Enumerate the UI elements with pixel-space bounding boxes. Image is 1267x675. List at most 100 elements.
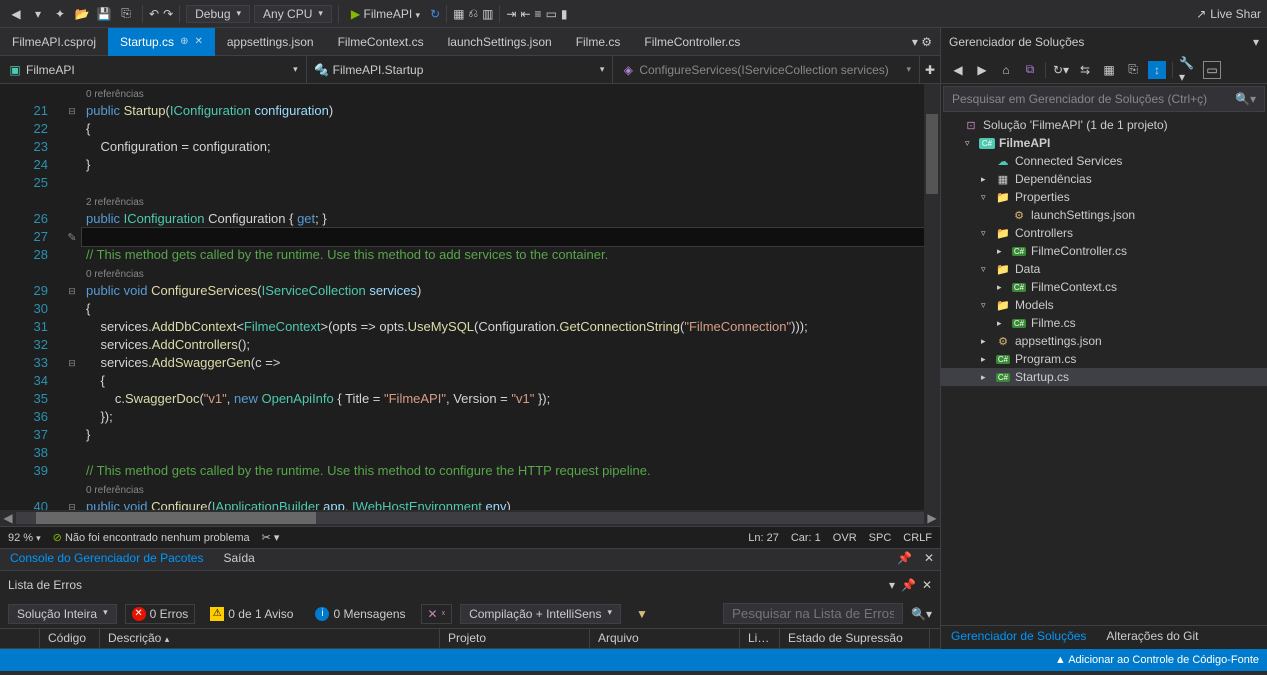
side-tab-gerenciador-de-solu-es[interactable]: Gerenciador de Soluções [941, 626, 1096, 649]
uncomment-icon[interactable]: ▭ [546, 7, 557, 21]
tools-icon[interactable]: ✂ ▾ [262, 531, 280, 544]
tab-filmecontroller-cs[interactable]: FilmeController.cs [632, 28, 752, 56]
panel-close-icon[interactable]: ✕ [918, 549, 940, 570]
code-editor[interactable]: 2122232425262728293031323334353637383940… [0, 84, 940, 510]
err-errors-chip[interactable]: ✕0 Erros [125, 604, 196, 624]
undo-icon[interactable]: ↶ [149, 7, 159, 21]
err-filter-icon[interactable]: ▼ [629, 604, 655, 624]
tree-node-models[interactable]: ▿📁Models [941, 296, 1267, 314]
indent-icon[interactable]: ⇥ [506, 7, 516, 21]
err-col-arquivo[interactable]: Arquivo [590, 629, 740, 648]
main-toolbar: ◀ ▾ ✦ 📂 💾 ⎘ ↶ ↷ Debug Any CPU ▶ FilmeAPI… [0, 0, 1267, 28]
tree-node-properties[interactable]: ▿📁Properties [941, 188, 1267, 206]
se-fwd-icon[interactable]: ▶ [973, 61, 991, 79]
tree-node-filmecontroller-cs[interactable]: ▸C#FilmeController.cs [941, 242, 1267, 260]
se-wrench-icon[interactable]: 🔧▾ [1179, 61, 1197, 79]
zoom-label[interactable]: 92 % ▾ [8, 532, 41, 544]
se-back-icon[interactable]: ◀ [949, 61, 967, 79]
nav-class[interactable]: 🔩FilmeAPI.Startup▾ [307, 56, 614, 83]
tab-filmeapi-csproj[interactable]: FilmeAPI.csproj [0, 28, 108, 56]
panel-close2-icon[interactable]: ✕ [922, 578, 932, 592]
tab-startup-cs[interactable]: Startup.cs⊕✕ [108, 28, 215, 56]
err-col-descri-o[interactable]: Descrição ▴ [100, 629, 440, 648]
liveshare-button[interactable]: ↗ Live Shar [1196, 7, 1261, 21]
side-menu-icon[interactable]: ▾ [1253, 35, 1259, 49]
config-combo[interactable]: Debug [186, 5, 250, 23]
nav-fwd-icon[interactable]: ▾ [28, 4, 48, 24]
err-clear-button[interactable]: ✕x [421, 604, 453, 624]
nav-back-icon[interactable]: ◀ [6, 4, 26, 24]
split-icon[interactable]: ✚ [920, 56, 940, 83]
nav-project[interactable]: ▣FilmeAPI▾ [0, 56, 307, 83]
line-status: Ln: 27 [748, 532, 779, 544]
tree-node-program-cs[interactable]: ▸C#Program.cs [941, 350, 1267, 368]
col-status: Car: 1 [791, 532, 821, 544]
spc-status[interactable]: SPC [869, 532, 892, 544]
nav-member[interactable]: ◈ConfigureServices(IServiceCollection se… [613, 56, 920, 83]
output-tab-console-do-gerenciador-de-pacotes[interactable]: Console do Gerenciador de Pacotes [0, 549, 213, 570]
tree-node-appsettings-json[interactable]: ▸⚙appsettings.json [941, 332, 1267, 350]
tab-filme-cs[interactable]: Filme.cs [564, 28, 633, 56]
tab-appsettings-json[interactable]: appsettings.json [215, 28, 326, 56]
tool-icon[interactable]: ▦ [453, 7, 464, 21]
tree-node-depend-ncias[interactable]: ▸▦Dependências [941, 170, 1267, 188]
err-warnings-chip[interactable]: ⚠0 de 1 Aviso [203, 604, 300, 624]
output-tab-sa-da[interactable]: Saída [213, 549, 264, 570]
se-collapse-icon[interactable]: ⇆ [1076, 61, 1094, 79]
tabs-menu-icon[interactable]: ▾ ⚙ [904, 31, 940, 53]
tree-node-controllers[interactable]: ▿📁Controllers [941, 224, 1267, 242]
open-icon[interactable]: 📂 [72, 4, 92, 24]
run-button[interactable]: ▶ FilmeAPI ▾ [345, 5, 426, 23]
ovr-status[interactable]: OVR [833, 532, 857, 544]
err-scope-combo[interactable]: Solução Inteira [8, 604, 117, 624]
solution-explorer-title: Gerenciador de Soluções [949, 35, 1084, 49]
panel-pin2-icon[interactable]: 📌 [901, 578, 916, 592]
scrollbar-horizontal[interactable]: ◀▶ [0, 510, 940, 526]
tree-node-connected-services[interactable]: ☁Connected Services [941, 152, 1267, 170]
refresh-icon[interactable]: ↻ [430, 7, 440, 21]
solution-search-input[interactable]: Pesquisar em Gerenciador de Soluções (Ct… [943, 86, 1265, 112]
err-col-estado-de-supress-o[interactable]: Estado de Supressão [780, 629, 930, 648]
problems-status[interactable]: ⊘ Não foi encontrado nenhum problema [53, 531, 250, 544]
se-sync-icon[interactable]: ↻▾ [1052, 61, 1070, 79]
tab-launchsettings-json[interactable]: launchSettings.json [436, 28, 564, 56]
se-showall-icon[interactable]: ▦ [1100, 61, 1118, 79]
se-view-icon[interactable]: ▭ [1203, 61, 1221, 79]
platform-combo[interactable]: Any CPU [254, 5, 332, 23]
crlf-status[interactable]: CRLF [903, 532, 932, 544]
search-go-icon[interactable]: 🔍▾ [911, 607, 932, 621]
comment-icon[interactable]: ≡ [535, 7, 542, 21]
tool2-icon[interactable]: ⎌ [468, 6, 478, 21]
panel-pin-icon[interactable]: 📌 [891, 549, 918, 570]
tool3-icon[interactable]: ▥ [482, 7, 493, 21]
source-control-button[interactable]: ▲ Adicionar ao Controle de Código-Fonte [1055, 654, 1259, 666]
redo-icon[interactable]: ↷ [163, 7, 173, 21]
err-messages-chip[interactable]: i0 Mensagens [308, 604, 412, 624]
bookmark-icon[interactable]: ▮ [561, 7, 568, 21]
se-copy-icon[interactable]: ⎘ [1124, 61, 1142, 79]
tree-node-solu-o-filmeapi-1-de-1-projeto-[interactable]: ⊡Solução 'FilmeAPI' (1 de 1 projeto) [941, 116, 1267, 134]
saveall-icon[interactable]: ⎘ [116, 4, 136, 24]
err-col-li-[interactable]: Li… [740, 629, 780, 648]
err-search-input[interactable] [723, 603, 903, 624]
new-icon[interactable]: ✦ [50, 4, 70, 24]
tree-node-launchsettings-json[interactable]: ⚙launchSettings.json [941, 206, 1267, 224]
tree-node-filme-cs[interactable]: ▸C#Filme.cs [941, 314, 1267, 332]
err-col-c-digo[interactable]: Código [40, 629, 100, 648]
err-col-projeto[interactable]: Projeto [440, 629, 590, 648]
save-icon[interactable]: 💾 [94, 4, 114, 24]
err-col-icon[interactable] [0, 629, 40, 648]
panel-menu-icon[interactable]: ▾ [889, 578, 895, 592]
se-switch-icon[interactable]: ⧉ [1021, 61, 1039, 79]
tree-node-filmeapi[interactable]: ▿C#FilmeAPI [941, 134, 1267, 152]
side-tab-altera-es-do-git[interactable]: Alterações do Git [1096, 626, 1208, 649]
tree-node-startup-cs[interactable]: ▸C#Startup.cs [941, 368, 1267, 386]
tree-node-data[interactable]: ▿📁Data [941, 260, 1267, 278]
se-home-icon[interactable]: ⌂ [997, 61, 1015, 79]
tab-filmecontext-cs[interactable]: FilmeContext.cs [326, 28, 436, 56]
err-mode-combo[interactable]: Compilação + IntelliSens [460, 604, 621, 624]
tree-node-filmecontext-cs[interactable]: ▸C#FilmeContext.cs [941, 278, 1267, 296]
se-preview-icon[interactable]: ↕ [1148, 61, 1166, 79]
outdent-icon[interactable]: ⇤ [520, 7, 530, 21]
scrollbar-vertical[interactable] [924, 84, 940, 510]
